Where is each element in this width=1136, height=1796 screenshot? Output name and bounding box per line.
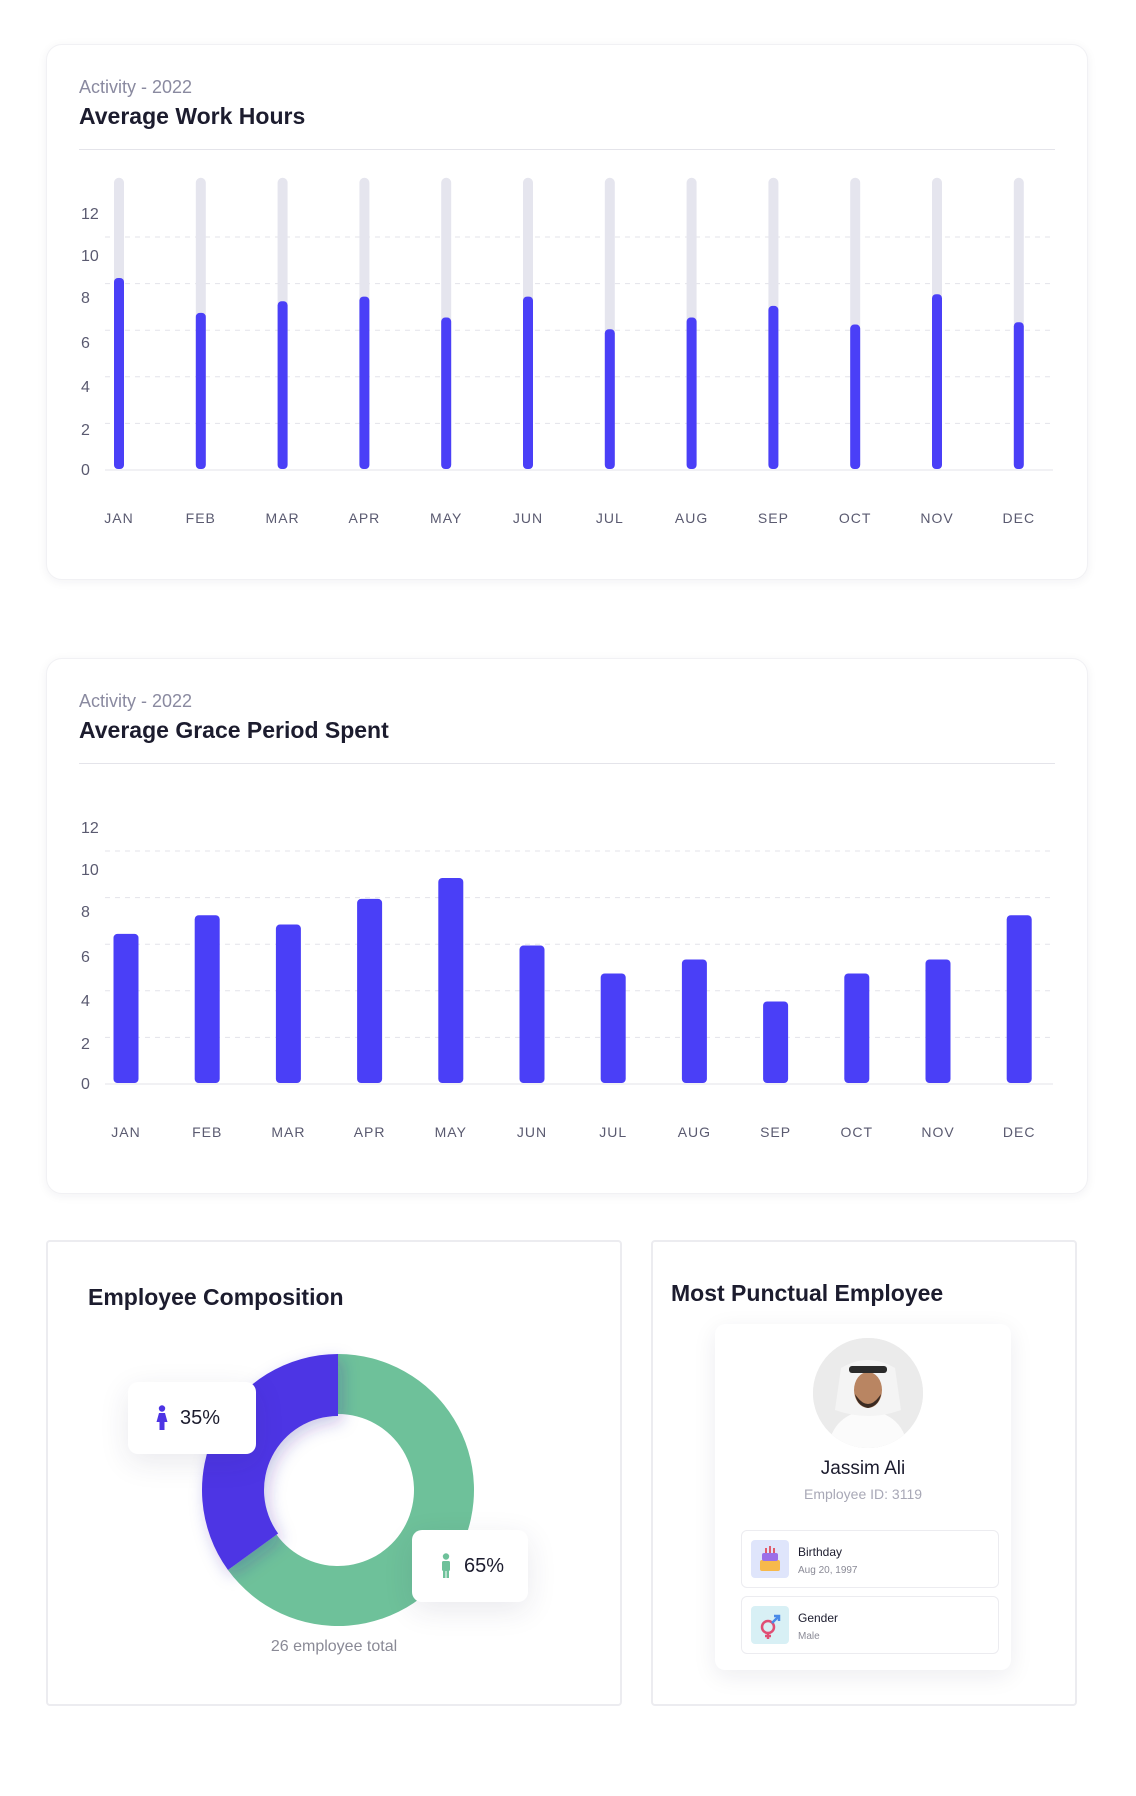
- x-tick-label: MAY: [435, 1124, 467, 1140]
- bar: [604, 329, 615, 469]
- employee-total: 26 employee total: [270, 1638, 398, 1655]
- employee-composition-panel: Employee Composition 35% 65% 26 employee…: [46, 1240, 622, 1706]
- y-tick-label: 10: [81, 862, 99, 879]
- bar: [850, 324, 861, 469]
- bar: [844, 973, 870, 1083]
- x-tick-label: JAN: [104, 510, 133, 526]
- birthday-row: Birthday Aug 20, 1997: [741, 1530, 999, 1588]
- composition-donut: [202, 1354, 474, 1626]
- x-tick-label: FEB: [192, 1124, 222, 1140]
- x-tick-label: MAR: [266, 510, 300, 526]
- gender-icon: [751, 1606, 789, 1644]
- y-tick-label: 12: [81, 206, 99, 223]
- y-tick-label: 2: [81, 422, 90, 439]
- work-hours-chart: 0 2 4 6 8 10 12 JAN FEB MAR APR MAY JUN JUL AUG SEP OCT N…: [81, 177, 1053, 526]
- female-percentage-card: 35%: [128, 1382, 256, 1454]
- y-tick-label: 12: [81, 820, 99, 837]
- x-tick-label: DEC: [1003, 1124, 1036, 1140]
- bar: [925, 959, 951, 1083]
- bar: [600, 973, 626, 1083]
- y-tick-label: 8: [81, 904, 90, 921]
- bar: [523, 296, 533, 469]
- x-tick-label: JUN: [517, 1124, 547, 1140]
- y-tick-label: 6: [81, 335, 90, 352]
- x-tick-label: DEC: [1003, 510, 1036, 526]
- grace-period-chart: 0 2 4 6 8 10 12 JAN FEB MAR APR MAY JUN JUL AUG SEP OCT N…: [81, 820, 1053, 1140]
- bar: [768, 305, 779, 469]
- info-label: Gender: [798, 1611, 839, 1625]
- info-label: Birthday: [798, 1545, 843, 1559]
- bar: [686, 317, 697, 469]
- bar: [194, 915, 220, 1083]
- male-percentage-card: 65%: [412, 1530, 528, 1602]
- bar: [114, 277, 124, 469]
- bar: [275, 924, 301, 1083]
- avatar: [813, 1338, 923, 1448]
- gender-row: Gender Male: [741, 1596, 999, 1654]
- bar: [681, 959, 707, 1083]
- cake-icon: [751, 1540, 789, 1578]
- y-tick-label: 6: [81, 949, 90, 966]
- bar: [441, 317, 452, 469]
- info-value: Male: [798, 1631, 820, 1642]
- bar: [357, 898, 383, 1083]
- grace-period-card: Activity - 2022 Average Grace Period Spe…: [46, 658, 1088, 1194]
- x-tick-label: NOV: [921, 1124, 954, 1140]
- x-tick-label: APR: [349, 510, 381, 526]
- bar: [1006, 915, 1032, 1083]
- bar: [113, 933, 139, 1083]
- bar: [519, 945, 545, 1083]
- x-tick-label: OCT: [839, 510, 872, 526]
- x-tick-label: APR: [354, 1124, 386, 1140]
- x-tick-label: FEB: [186, 510, 216, 526]
- female-icon: [156, 1405, 168, 1430]
- y-tick-label: 0: [81, 1076, 90, 1093]
- y-tick-label: 2: [81, 1036, 90, 1053]
- male-percentage: 65%: [464, 1554, 505, 1577]
- y-tick-label: 4: [81, 379, 90, 396]
- x-tick-label: AUG: [675, 510, 708, 526]
- y-tick-label: 8: [81, 290, 90, 307]
- female-percentage: 35%: [180, 1406, 221, 1429]
- x-tick-label: NOV: [920, 510, 953, 526]
- bar: [763, 1001, 789, 1083]
- y-tick-label: 10: [81, 248, 99, 265]
- x-tick-label: JUL: [599, 1124, 627, 1140]
- employee-profile-card[interactable]: Jassim Ali Employee ID: 3119 Birthday Au…: [715, 1324, 1011, 1670]
- x-tick-label: JUL: [596, 510, 624, 526]
- bar: [932, 294, 942, 469]
- bar: [1013, 322, 1024, 469]
- work-hours-card: Activity - 2022 Average Work Hours 02468…: [46, 44, 1088, 580]
- x-tick-label: OCT: [841, 1124, 874, 1140]
- bar: [438, 877, 464, 1083]
- x-tick-label: AUG: [678, 1124, 711, 1140]
- y-tick-label: 0: [81, 462, 90, 479]
- y-tick-label: 4: [81, 993, 90, 1010]
- male-icon: [442, 1553, 450, 1578]
- x-tick-label: MAR: [271, 1124, 305, 1140]
- x-tick-label: JUN: [513, 510, 543, 526]
- x-tick-label: SEP: [758, 510, 789, 526]
- employee-id: Employee ID: 3119: [803, 1486, 923, 1502]
- bar: [359, 296, 370, 469]
- employee-name: Jassim Ali: [820, 1458, 906, 1479]
- info-value: Aug 20, 1997: [798, 1565, 858, 1576]
- x-tick-label: JAN: [111, 1124, 140, 1140]
- x-tick-label: SEP: [760, 1124, 791, 1140]
- panel-title: Most Punctual Employee: [671, 1280, 944, 1306]
- bar: [277, 301, 288, 469]
- x-tick-label: MAY: [430, 510, 462, 526]
- most-punctual-panel: Most Punctual Employee Jassim Ali Employ…: [651, 1240, 1077, 1706]
- bar: [195, 312, 206, 469]
